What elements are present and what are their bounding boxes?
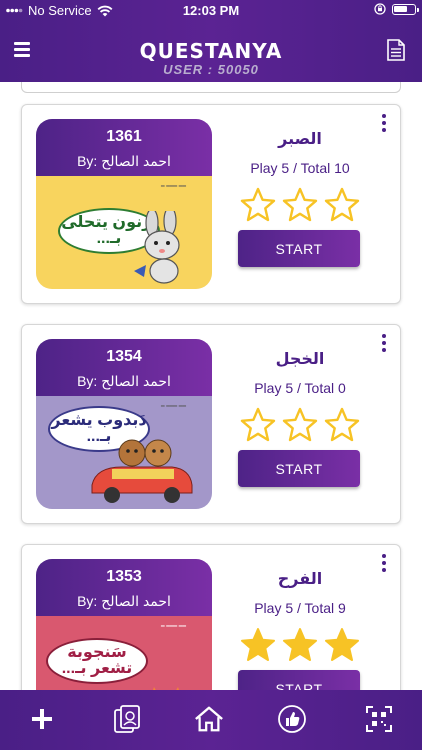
cover-credits-icon: ━━ ━━━ ━ [160,404,186,410]
star-outline-icon[interactable] [240,407,276,443]
battery-icon [392,3,419,15]
star-filled-icon[interactable] [240,627,276,663]
bottom-nav [0,690,422,750]
start-button[interactable]: START [238,670,360,690]
more-options-icon[interactable] [380,334,388,354]
story-card: 1354 By: احمد الصالح ━━ ━━━ ━ دَبدوب يشع… [21,324,401,524]
book-number: 1361 [106,128,142,145]
add-icon[interactable] [27,704,57,734]
book-cover: ━━ ━━━ ━ أرنون يتحلى بـ... [36,176,212,289]
book-number: 1354 [106,348,142,365]
library-icon[interactable] [112,704,142,734]
start-button[interactable]: START [238,450,360,487]
story-card: 1361 By: احمد الصالح ━━ ━━━ ━ أرنون يتحل… [21,104,401,304]
start-button[interactable]: START [238,230,360,267]
play-count: Play 5 / Total 0 [254,380,346,396]
star-filled-icon[interactable] [324,627,360,663]
document-list-icon[interactable] [386,39,406,61]
star-rating [240,627,360,663]
previous-card-edge [21,82,401,93]
like-icon[interactable] [277,704,307,734]
book-cover: ━━ ━━━ ━ سَنجوبة تشعر بـ... [36,616,212,690]
cover-credits-icon: ━━ ━━━ ━ [160,624,186,630]
book-cover: ━━ ━━━ ━ دَبدوب يشعر بـ... [36,396,212,509]
book-author: By: احمد الصالح [77,593,171,609]
star-outline-icon[interactable] [324,187,360,223]
star-outline-icon[interactable] [240,187,276,223]
play-count: Play 5 / Total 9 [254,600,346,616]
book-thumbnail[interactable]: 1353 By: احمد الصالح ━━ ━━━ ━ سَنجوبة تش… [36,559,212,690]
home-icon[interactable] [194,704,224,734]
app-logo: QUESTANYA [139,39,283,63]
cover-speech-bubble: سَنجوبة تشعر بـ... [46,638,148,684]
story-list[interactable]: 1361 By: احمد الصالح ━━ ━━━ ━ أرنون يتحل… [0,82,422,690]
play-count: Play 5 / Total 10 [250,160,350,176]
cover-credits-icon: ━━ ━━━ ━ [160,184,186,190]
user-label: USER : 50050 [163,62,259,77]
top-bar: No Service 12:03 PM QUESTANYA USER : 500… [0,0,422,82]
clock: 12:03 PM [182,3,240,18]
star-outline-icon[interactable] [324,407,360,443]
book-author: By: احمد الصالح [77,373,171,389]
qr-scan-icon[interactable] [364,704,394,734]
orientation-lock-icon [374,3,386,15]
story-title: الصبر [278,131,322,148]
book-number: 1353 [106,568,142,585]
rabbit-illustration-icon [134,211,180,284]
story-card: 1353 By: احمد الصالح ━━ ━━━ ━ سَنجوبة تش… [21,544,401,690]
book-thumbnail[interactable]: 1354 By: احمد الصالح ━━ ━━━ ━ دَبدوب يشع… [36,339,212,509]
star-filled-icon[interactable] [282,627,318,663]
story-title: الخجل [275,351,325,368]
more-options-icon[interactable] [380,554,388,574]
star-outline-icon[interactable] [282,407,318,443]
star-rating [240,187,360,223]
cover-title: سَنجوبة تشعر بـ... [61,644,133,677]
more-options-icon[interactable] [380,114,388,134]
book-author: By: احمد الصالح [77,153,171,169]
status-bar: No Service 12:03 PM [0,0,422,20]
story-title: الفرح [277,571,323,588]
bears-in-car-illustration-icon [91,439,193,503]
book-thumbnail[interactable]: 1361 By: احمد الصالح ━━ ━━━ ━ أرنون يتحل… [36,119,212,289]
star-outline-icon[interactable] [282,187,318,223]
star-rating [240,407,360,443]
